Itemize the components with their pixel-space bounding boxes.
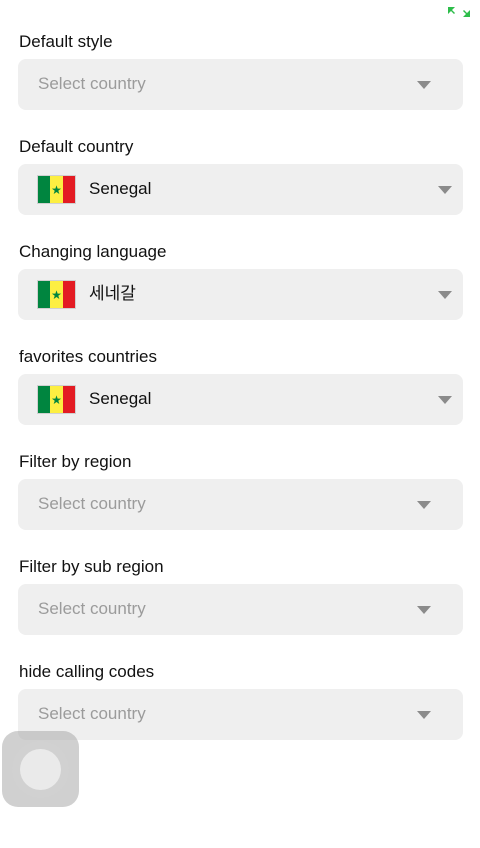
selected-country-name: Senegal bbox=[89, 389, 152, 408]
senegal-flag-icon: ★ bbox=[37, 175, 76, 204]
hide-calling-codes-dropdown[interactable]: Select country bbox=[18, 689, 463, 740]
caret-down-icon bbox=[417, 606, 431, 614]
section-label-default-style: Default style bbox=[19, 32, 113, 51]
selected-country-name: Senegal bbox=[89, 179, 152, 198]
selected-country-name: 세네갈 bbox=[89, 284, 136, 304]
filter-by-sub-region-dropdown[interactable]: Select country bbox=[18, 584, 463, 635]
dropdown-placeholder: Select country bbox=[38, 704, 146, 723]
dropdown-placeholder: Select country bbox=[38, 599, 146, 618]
senegal-flag-icon: ★ bbox=[37, 385, 76, 414]
caret-down-icon bbox=[438, 396, 452, 404]
section-label-changing-language: Changing language bbox=[19, 242, 167, 261]
dropdown-placeholder: Select country bbox=[38, 74, 146, 93]
section-label-filter-by-sub-region: Filter by sub region bbox=[19, 557, 164, 576]
filter-by-region-dropdown[interactable]: Select country bbox=[18, 479, 463, 530]
senegal-flag-icon: ★ bbox=[37, 280, 76, 309]
caret-down-icon bbox=[417, 711, 431, 719]
dropdown-placeholder: Select country bbox=[38, 494, 146, 513]
section-label-favorites-countries: favorites countries bbox=[19, 347, 157, 366]
caret-down-icon bbox=[417, 81, 431, 89]
default-country-dropdown[interactable]: ★ Senegal bbox=[18, 164, 463, 215]
caret-down-icon bbox=[438, 186, 452, 194]
changing-language-country-dropdown[interactable]: ★ 세네갈 bbox=[18, 269, 463, 320]
favorites-countries-dropdown[interactable]: ★ Senegal bbox=[18, 374, 463, 425]
section-label-filter-by-region: Filter by region bbox=[19, 452, 132, 471]
caret-down-icon bbox=[417, 501, 431, 509]
default-style-country-dropdown[interactable]: Select country bbox=[18, 59, 463, 110]
fullscreen-expand-icon[interactable] bbox=[447, 6, 471, 18]
section-label-hide-calling-codes: hide calling codes bbox=[19, 662, 155, 681]
assistive-touch-button[interactable] bbox=[2, 731, 79, 807]
caret-down-icon bbox=[438, 291, 452, 299]
section-label-default-country: Default country bbox=[19, 137, 134, 156]
